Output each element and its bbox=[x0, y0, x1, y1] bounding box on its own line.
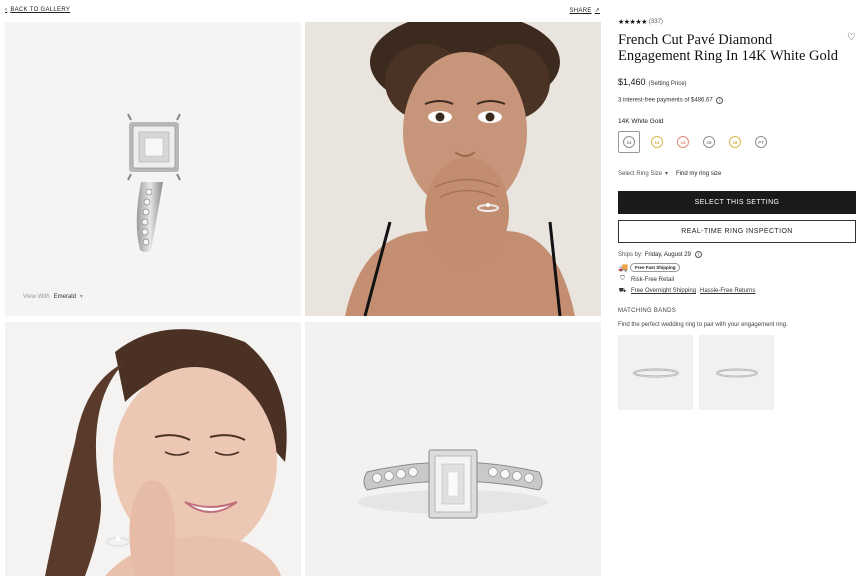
metal-option[interactable]: 14 bbox=[674, 133, 692, 151]
shield-icon: ⛉ bbox=[620, 276, 625, 282]
info-icon[interactable]: i bbox=[694, 251, 702, 258]
band-image bbox=[632, 367, 679, 378]
risk-free-row: ⛉ Risk-Free Retail bbox=[618, 276, 858, 283]
metal-option-label: 14 bbox=[651, 136, 663, 148]
back-label: BACK TO GALLERY bbox=[10, 7, 71, 13]
overnight-shipping-link[interactable]: Free Overnight Shipping bbox=[631, 288, 696, 294]
metal-option-label: PT bbox=[755, 136, 767, 148]
ring-upright-image bbox=[127, 113, 181, 252]
interest-info: 3 interest-free payments of $486.67 i bbox=[618, 97, 858, 104]
chevron-down-icon: ▾ bbox=[665, 171, 669, 177]
product-price: $1,460 bbox=[618, 77, 646, 87]
chevron-down-icon: ▾ bbox=[79, 294, 83, 300]
hassle-free-returns-link[interactable]: Hassle-Free Returns bbox=[700, 288, 755, 294]
truck-icon: ⛟ bbox=[618, 288, 627, 294]
ring-size-select[interactable]: Select Ring Size ▾ bbox=[618, 170, 669, 178]
metal-option[interactable]: 14 bbox=[618, 131, 640, 153]
matching-bands-subtitle: Find the perfect wedding ring to pair wi… bbox=[618, 322, 788, 328]
matching-band-card[interactable] bbox=[618, 335, 693, 410]
ships-by-row: Ships by: Friday, August 29 i bbox=[618, 251, 858, 258]
metal-option-label: 14 bbox=[623, 136, 635, 148]
rating-stars: ★★★★★ bbox=[618, 19, 647, 26]
select-setting-button[interactable]: SELECT THIS SETTING bbox=[618, 191, 856, 214]
image-gallery: View With Emerald ▾ bbox=[5, 22, 601, 576]
price-row: $1,460 (Setting Price) bbox=[618, 77, 858, 87]
model-portrait-image bbox=[305, 22, 601, 316]
view-with-value: Emerald bbox=[53, 293, 76, 300]
truck-icon: 🚚 bbox=[618, 263, 628, 272]
ring-side-image bbox=[358, 449, 548, 519]
model-smiling-image bbox=[5, 322, 301, 576]
matching-band-card[interactable] bbox=[699, 335, 774, 410]
matching-bands-title: MATCHING BANDS bbox=[618, 308, 677, 314]
view-with-control[interactable]: View With Emerald ▾ bbox=[23, 293, 83, 301]
product-panel: ★★★★★ (337) ♡ French Cut Pavé Diamond En… bbox=[618, 18, 858, 410]
metal-option-label: 14 bbox=[677, 136, 689, 148]
matching-bands-list bbox=[618, 335, 858, 410]
metal-options: 14 14 14 18 18 PT bbox=[618, 131, 858, 153]
ships-by-date: Friday, August 29 bbox=[644, 251, 691, 258]
back-to-gallery-link[interactable]: ‹ BACK TO GALLERY bbox=[5, 7, 70, 13]
metal-option[interactable]: 18 bbox=[726, 133, 744, 151]
price-note: (Setting Price) bbox=[648, 81, 687, 87]
interest-text: 3 interest-free payments of $486.67 bbox=[618, 97, 713, 104]
band-image bbox=[715, 368, 758, 377]
gallery-image-model-smiling[interactable] bbox=[5, 322, 301, 576]
ships-by-label: Ships by: bbox=[618, 251, 643, 258]
product-title: French Cut Pavé Diamond Engagement Ring … bbox=[618, 32, 839, 64]
view-with-label: View With bbox=[23, 293, 50, 300]
info-icon[interactable]: i bbox=[716, 97, 724, 104]
review-count: (337) bbox=[648, 19, 663, 25]
heart-icon[interactable]: ♡ bbox=[847, 32, 856, 43]
share-link[interactable]: SHARE ↗ bbox=[569, 7, 601, 15]
top-bar: ‹ BACK TO GALLERY SHARE ↗ bbox=[0, 0, 605, 22]
share-label: SHARE bbox=[569, 7, 592, 14]
metal-label: 14K White Gold bbox=[618, 118, 664, 125]
fast-shipping-badge: Free Fast Shipping bbox=[629, 263, 681, 272]
chevron-left-icon: ‹ bbox=[5, 7, 8, 13]
gallery-image-ring-side[interactable] bbox=[305, 322, 601, 576]
gallery-image-model-portrait[interactable] bbox=[305, 22, 601, 316]
gallery-image-ring-top[interactable]: View With Emerald ▾ bbox=[5, 22, 301, 316]
metal-option-label: 18 bbox=[703, 136, 715, 148]
metal-option[interactable]: PT bbox=[752, 133, 770, 151]
share-arrow-icon: ↗ bbox=[594, 8, 600, 14]
ring-size-label: Select Ring Size bbox=[618, 170, 663, 177]
find-ring-size-link[interactable]: Find my ring size bbox=[676, 171, 721, 177]
fast-shipping-row: 🚚 Free Fast Shipping bbox=[618, 263, 858, 272]
shipping-returns-row: ⛟ Free Overnight Shipping Hassle-Free Re… bbox=[618, 287, 858, 295]
rating-row[interactable]: ★★★★★ (337) bbox=[618, 18, 858, 26]
metal-option[interactable]: 18 bbox=[700, 133, 718, 151]
ring-size-row: Select Ring Size ▾ Find my ring size bbox=[618, 170, 858, 178]
metal-option[interactable]: 14 bbox=[648, 133, 666, 151]
metal-option-label: 18 bbox=[729, 136, 741, 148]
ring-inspection-button[interactable]: REAL-TIME RING INSPECTION bbox=[618, 220, 856, 243]
risk-free-text: Risk-Free Retail bbox=[631, 276, 675, 283]
